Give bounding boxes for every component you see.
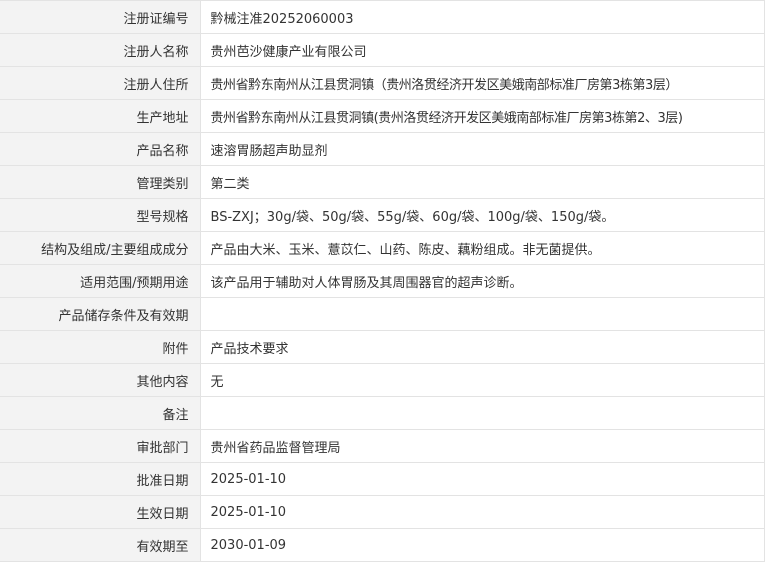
row-value: 产品技术要求 (200, 330, 765, 364)
row-value: 速溶胃肠超声助显剂 (200, 132, 765, 166)
row-label: 结构及组成/主要组成成分 (0, 231, 201, 265)
row-label: 附件 (0, 330, 201, 364)
row-label: 型号规格 (0, 198, 201, 232)
row-value: 2025-01-10 (200, 495, 765, 529)
row-value: 产品由大米、玉米、薏苡仁、山药、陈皮、藕粉组成。非无菌提供。 (200, 231, 765, 265)
row-value: BS-ZXJ；30g/袋、50g/袋、55g/袋、60g/袋、100g/袋、15… (200, 198, 765, 232)
row-model-spec: 型号规格 BS-ZXJ；30g/袋、50g/袋、55g/袋、60g/袋、100g… (0, 198, 765, 232)
row-value (200, 396, 765, 430)
row-label: 有效期至 (0, 528, 201, 562)
row-label: 产品名称 (0, 132, 201, 166)
row-registrant-address: 注册人住所 贵州省黔东南州从江县贯洞镇（贵州洛贯经济开发区美娥南部标准厂房第3栋… (0, 66, 765, 100)
row-other-content: 其他内容 无 (0, 363, 765, 397)
row-structure-composition: 结构及组成/主要组成成分 产品由大米、玉米、薏苡仁、山药、陈皮、藕粉组成。非无菌… (0, 231, 765, 265)
row-remarks: 备注 (0, 396, 765, 430)
row-value (200, 297, 765, 331)
row-product-name: 产品名称 速溶胃肠超声助显剂 (0, 132, 765, 166)
row-intended-use: 适用范围/预期用途 该产品用于辅助对人体胃肠及其周围器官的超声诊断。 (0, 264, 765, 298)
row-storage-validity: 产品储存条件及有效期 (0, 297, 765, 331)
row-label: 注册人名称 (0, 33, 201, 67)
row-management-category: 管理类别 第二类 (0, 165, 765, 199)
row-label: 审批部门 (0, 429, 201, 463)
row-valid-until: 有效期至 2030-01-09 (0, 528, 765, 562)
row-label: 备注 (0, 396, 201, 430)
row-attachment: 附件 产品技术要求 (0, 330, 765, 364)
row-registration-number: 注册证编号 黔械注准20252060003 (0, 0, 765, 34)
row-label: 管理类别 (0, 165, 201, 199)
row-approval-date: 批准日期 2025-01-10 (0, 462, 765, 496)
row-effective-date: 生效日期 2025-01-10 (0, 495, 765, 529)
row-production-address: 生产地址 贵州省黔东南州从江县贯洞镇(贵州洛贯经济开发区美娥南部标准厂房第3栋第… (0, 99, 765, 133)
row-value: 贵州省黔东南州从江县贯洞镇（贵州洛贯经济开发区美娥南部标准厂房第3栋第3层） (200, 66, 765, 100)
row-label: 其他内容 (0, 363, 201, 397)
row-value: 贵州芭沙健康产业有限公司 (200, 33, 765, 67)
row-value: 2025-01-10 (200, 462, 765, 496)
row-approval-department: 审批部门 贵州省药品监督管理局 (0, 429, 765, 463)
row-value: 2030-01-09 (200, 528, 765, 562)
row-label: 注册证编号 (0, 0, 201, 34)
row-value: 贵州省药品监督管理局 (200, 429, 765, 463)
row-value: 无 (200, 363, 765, 397)
row-value: 该产品用于辅助对人体胃肠及其周围器官的超声诊断。 (200, 264, 765, 298)
row-value: 第二类 (200, 165, 765, 199)
row-label: 生效日期 (0, 495, 201, 529)
registration-detail-table: 注册证编号 黔械注准20252060003 注册人名称 贵州芭沙健康产业有限公司… (0, 0, 765, 562)
row-value: 黔械注准20252060003 (200, 0, 765, 34)
row-value: 贵州省黔东南州从江县贯洞镇(贵州洛贯经济开发区美娥南部标准厂房第3栋第2、3层) (200, 99, 765, 133)
row-label: 适用范围/预期用途 (0, 264, 201, 298)
row-label: 注册人住所 (0, 66, 201, 100)
row-label: 批准日期 (0, 462, 201, 496)
row-label: 产品储存条件及有效期 (0, 297, 201, 331)
row-label: 生产地址 (0, 99, 201, 133)
row-registrant-name: 注册人名称 贵州芭沙健康产业有限公司 (0, 33, 765, 67)
